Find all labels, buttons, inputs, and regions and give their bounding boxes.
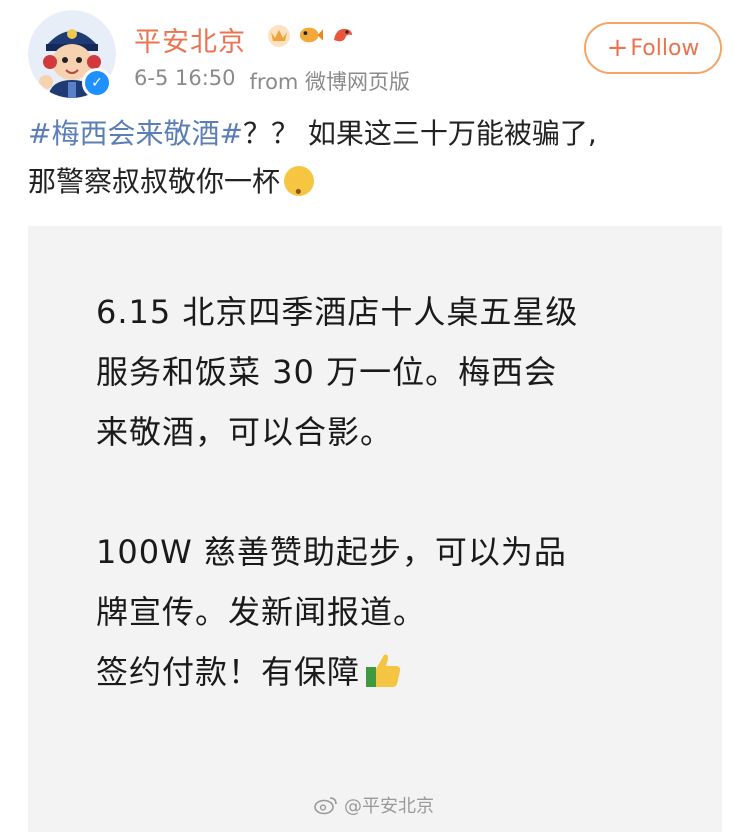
post-source: from 微博网页版: [249, 70, 411, 94]
username[interactable]: 平安北京: [134, 20, 246, 59]
post-meta: 6-5 16:50 from 微博网页版: [134, 66, 410, 96]
watermark: @平安北京: [314, 792, 434, 818]
post-image[interactable]: 6.15 北京四季酒店十人桌五星级 服务和饭菜 30 万一位。梅西会 来敬酒，可…: [28, 226, 722, 832]
image-line: 6.15 北京四季酒店十人桌五星级: [96, 293, 579, 331]
post-text-line-1: #梅西会来敬酒#？？ 如果这三十万能被骗了,: [28, 110, 728, 158]
verified-icon: ✓: [82, 68, 112, 98]
plus-icon: +: [606, 33, 629, 63]
image-line: 服务和饭菜 30 万一位。梅西会: [96, 353, 558, 391]
fish-badge-icon: [298, 22, 324, 48]
thumbs-up-icon: [364, 648, 402, 687]
post-timestamp[interactable]: 6-5 16:50: [134, 66, 236, 96]
shush-emoji-icon: [284, 166, 315, 217]
bird-badge-icon: [330, 22, 356, 48]
image-line: 签约付款！有保障: [96, 653, 361, 691]
post-text-line-2-text: 那警察叔叔敬你一杯: [28, 165, 281, 198]
follow-label: Follow: [630, 35, 700, 61]
post-text-line-2: 那警察叔叔敬你一杯: [28, 158, 728, 217]
watermark-text: @平安北京: [344, 796, 434, 817]
post-text: #梅西会来敬酒#？？ 如果这三十万能被骗了, 那警察叔叔敬你一杯: [28, 110, 728, 217]
image-text: 6.15 北京四季酒店十人桌五星级 服务和饭菜 30 万一位。梅西会 来敬酒，可…: [96, 282, 676, 702]
image-line: 来敬酒，可以合影。: [96, 413, 394, 451]
image-paragraph-1: 6.15 北京四季酒店十人桌五星级 服务和饭菜 30 万一位。梅西会 来敬酒，可…: [96, 282, 676, 462]
hashtag-link[interactable]: #梅西会来敬酒#: [28, 117, 243, 150]
image-line: 100W 慈善赞助起步，可以为品: [96, 533, 567, 571]
image-line: 牌宣传。发新闻报道。: [96, 593, 427, 631]
follow-button[interactable]: + Follow: [584, 22, 722, 74]
user-badges: [266, 22, 356, 48]
weibo-logo-icon: [314, 797, 337, 815]
post-text-rest: ？？ 如果这三十万能被骗了,: [242, 117, 597, 150]
image-line-with-thumb: 签约付款！有保障: [96, 642, 676, 702]
image-paragraph-2: 100W 慈善赞助起步，可以为品 牌宣传。发新闻报道。 签约付款！有保障: [96, 522, 676, 702]
crown-badge-icon: [266, 22, 292, 48]
